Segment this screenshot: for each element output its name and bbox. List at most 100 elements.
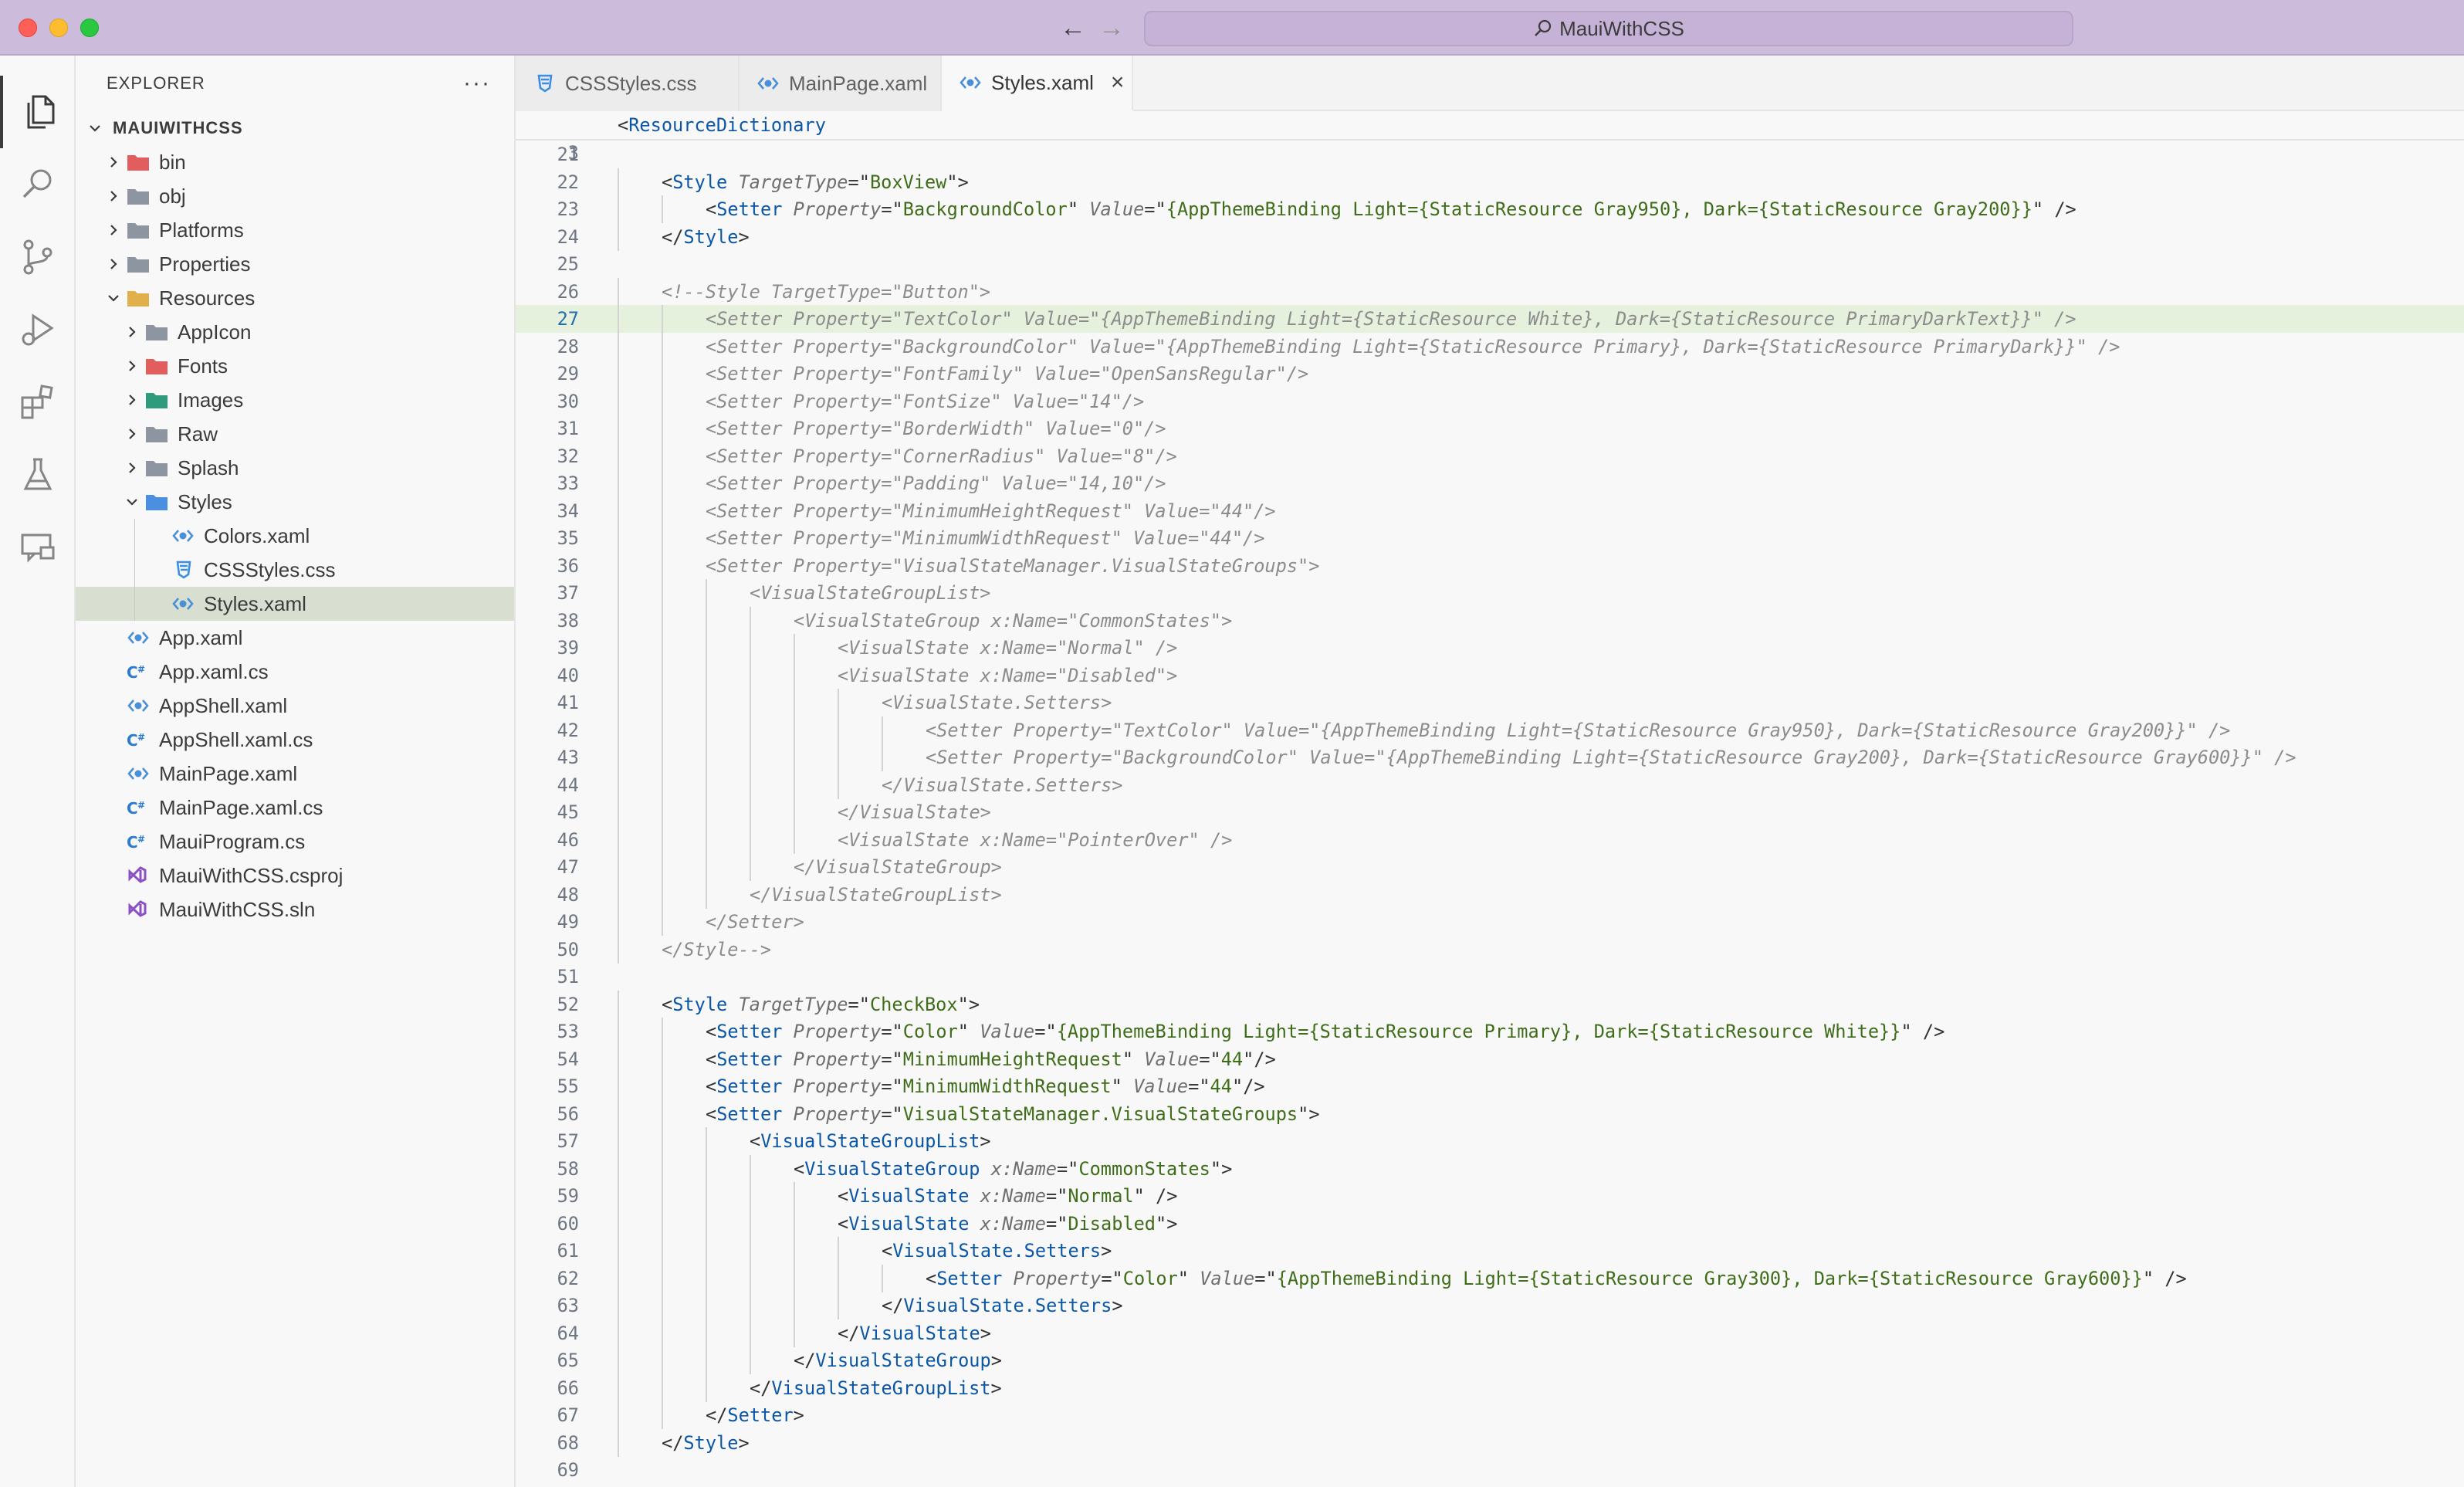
indent-guide	[618, 798, 619, 826]
tree-item-fonts[interactable]: Fonts	[76, 349, 514, 383]
code-line[interactable]: 56 <Setter Property="VisualStateManager.V…	[516, 1099, 2464, 1128]
code-line[interactable]: 67 </Setter>	[516, 1401, 2464, 1429]
code-line[interactable]: 51	[516, 963, 2464, 991]
tree-item-colors-xaml[interactable]: Colors.xaml	[76, 519, 514, 553]
tree-root-mauiwithcss[interactable]: MAUIWITHCSS	[76, 111, 514, 145]
tree-item-obj[interactable]: obj	[76, 179, 514, 213]
tree-item-resources[interactable]: Resources	[76, 281, 514, 315]
code-line[interactable]: 57 <VisualStateGroupList>	[516, 1127, 2464, 1155]
code-line[interactable]: 26 <!--Style TargetType="Button">	[516, 277, 2464, 306]
code-line[interactable]: 21	[516, 141, 2464, 168]
code-line[interactable]: 22 <Style TargetType="BoxView">	[516, 168, 2464, 196]
code-line[interactable]: 30 <Setter Property="FontSize" Value="14"…	[516, 387, 2464, 415]
code-line[interactable]: 66 </VisualStateGroupList>	[516, 1374, 2464, 1402]
code-line[interactable]: 54 <Setter Property="MinimumHeightRequest…	[516, 1045, 2464, 1073]
code-line[interactable]: 60 <VisualState x:Name="Disabled">	[516, 1209, 2464, 1238]
code-line[interactable]: 49 </Setter>	[516, 908, 2464, 936]
more-actions-icon[interactable]: ···	[463, 70, 491, 97]
indent-guide	[134, 553, 135, 587]
explorer-activity-button[interactable]	[0, 76, 76, 148]
code-line[interactable]: 44 </VisualState.Setters>	[516, 771, 2464, 799]
code-line[interactable]: 52 <Style TargetType="CheckBox">	[516, 990, 2464, 1018]
tree-item-mainpage-xaml[interactable]: MainPage.xaml	[76, 757, 514, 791]
code-line[interactable]: 43 <Setter Property="BackgroundColor" Val…	[516, 744, 2464, 771]
code-line[interactable]: 68 </Style>	[516, 1428, 2464, 1457]
tree-item-cssstyles-css[interactable]: CSSStyles.css	[76, 553, 514, 587]
indent-guide	[706, 606, 707, 635]
code-line[interactable]: 61 <VisualState.Setters>	[516, 1237, 2464, 1265]
code-line[interactable]: 33 <Setter Property="Padding" Value="14,1…	[516, 469, 2464, 497]
testing-activity-button[interactable]	[0, 439, 76, 511]
tree-item-mainpage-xaml-cs[interactable]: C # MainPage.xaml.cs	[76, 791, 514, 825]
code-line[interactable]: 25	[516, 250, 2464, 278]
window-close-button[interactable]	[19, 19, 37, 37]
code-line[interactable]: 41 <VisualState.Setters>	[516, 689, 2464, 716]
tab-styles-xaml[interactable]: Styles.xaml ×	[942, 56, 1133, 111]
tree-item-mauiwithcss-csproj[interactable]: MauiWithCSS.csproj	[76, 859, 514, 893]
code-line[interactable]: 62 <Setter Property="Color" Value="{AppTh…	[516, 1264, 2464, 1292]
sticky-scroll-header[interactable]: 3 <ResourceDictionary	[516, 111, 2464, 164]
tree-item-appshell-xaml[interactable]: AppShell.xaml	[76, 689, 514, 723]
window-maximize-button[interactable]	[80, 19, 99, 37]
tab-mainpage-xaml[interactable]: MainPage.xaml	[740, 56, 942, 111]
code-line[interactable]: 37 <VisualStateGroupList>	[516, 579, 2464, 607]
tree-item-images[interactable]: Images	[76, 383, 514, 417]
code-line[interactable]: 69	[516, 1456, 2464, 1484]
code-line[interactable]: 50 </Style-->	[516, 935, 2464, 964]
command-center-search[interactable]: MauiWithCSS	[1144, 11, 2073, 46]
indent-guide	[794, 1319, 795, 1347]
extensions-activity-button[interactable]	[0, 366, 76, 439]
code-line[interactable]: 32 <Setter Property="CornerRadius" Value=…	[516, 442, 2464, 470]
code-line[interactable]: 48 </VisualStateGroupList>	[516, 880, 2464, 909]
code-line[interactable]: 55 <Setter Property="MinimumWidthRequest"…	[516, 1072, 2464, 1100]
code-line[interactable]: 38 <VisualStateGroup x:Name="CommonStates…	[516, 606, 2464, 635]
code-line[interactable]: 34 <Setter Property="MinimumHeightRequest…	[516, 496, 2464, 525]
code-line[interactable]: 42 <Setter Property="TextColor" Value="{A…	[516, 716, 2464, 744]
tree-item-styles-xaml[interactable]: Styles.xaml	[76, 587, 514, 621]
code-line[interactable]: 65 </VisualStateGroup>	[516, 1346, 2464, 1374]
code-line[interactable]: 45 </VisualState>	[516, 798, 2464, 826]
window-minimize-button[interactable]	[49, 19, 68, 37]
code-line[interactable]: 23 <Setter Property="BackgroundColor" Val…	[516, 195, 2464, 223]
indent-guide	[794, 634, 795, 662]
code-line[interactable]: 27 <Setter Property="TextColor" Value="{A…	[516, 305, 2464, 333]
tree-item-bin[interactable]: bin	[76, 145, 514, 179]
tree-item-platforms[interactable]: Platforms	[76, 213, 514, 247]
code-line[interactable]: 39 <VisualState x:Name="Normal" />	[516, 634, 2464, 662]
tab-cssstyles-css[interactable]: CSSStyles.css	[516, 56, 740, 111]
tree-item-styles[interactable]: Styles	[76, 485, 514, 519]
code-line[interactable]: 28 <Setter Property="BackgroundColor" Val…	[516, 332, 2464, 361]
code-line[interactable]: 35 <Setter Property="MinimumWidthRequest"…	[516, 524, 2464, 552]
code-editor[interactable]: 3 <ResourceDictionary 21 22 <Style TargetT…	[516, 111, 2464, 1487]
code-line[interactable]: 40 <VisualState x:Name="Disabled">	[516, 661, 2464, 689]
code-line[interactable]: 59 <VisualState x:Name="Normal" />	[516, 1182, 2464, 1210]
code-line[interactable]: 24 </Style>	[516, 222, 2464, 251]
search-activity-button[interactable]	[0, 148, 76, 221]
tree-item-app-xaml[interactable]: App.xaml	[76, 621, 514, 655]
tree-item-app-xaml-cs[interactable]: C # App.xaml.cs	[76, 655, 514, 689]
close-icon[interactable]: ×	[1111, 69, 1125, 96]
code-line[interactable]: 64 </VisualState>	[516, 1319, 2464, 1347]
source-control-activity-button[interactable]	[0, 221, 76, 293]
tree-item-appicon[interactable]: AppIcon	[76, 315, 514, 349]
tree-item-properties[interactable]: Properties	[76, 247, 514, 281]
back-arrow-icon[interactable]: ←	[1058, 11, 1088, 45]
code-line[interactable]: 63 </VisualState.Setters>	[516, 1292, 2464, 1319]
code-line[interactable]: 46 <VisualState x:Name="PointerOver" />	[516, 825, 2464, 854]
remote-explorer-activity-button[interactable]	[0, 511, 76, 584]
run-debug-activity-button[interactable]	[0, 293, 76, 366]
code-line[interactable]: 53 <Setter Property="Color" Value="{AppTh…	[516, 1018, 2464, 1045]
tree-item-appshell-xaml-cs[interactable]: C # AppShell.xaml.cs	[76, 723, 514, 757]
code-line[interactable]: 36 <Setter Property="VisualStateManager.V…	[516, 551, 2464, 580]
code-line[interactable]: 31 <Setter Property="BorderWidth" Value="…	[516, 415, 2464, 442]
tree-item-mauiwithcss-sln[interactable]: MauiWithCSS.sln	[76, 893, 514, 926]
code-line[interactable]: 29 <Setter Property="FontFamily" Value="O…	[516, 360, 2464, 388]
code-line[interactable]: 47 </VisualStateGroup>	[516, 853, 2464, 881]
forward-arrow-icon[interactable]: →	[1096, 11, 1127, 45]
tree-item-mauiprogram-cs[interactable]: C # MauiProgram.cs	[76, 825, 514, 859]
vs-solution-icon	[125, 893, 151, 926]
code-line[interactable]: 58 <VisualStateGroup x:Name="CommonStates…	[516, 1154, 2464, 1183]
tree-item-raw[interactable]: Raw	[76, 417, 514, 451]
tree-item-label: MainPage.xaml.cs	[159, 795, 323, 819]
tree-item-splash[interactable]: Splash	[76, 451, 514, 485]
